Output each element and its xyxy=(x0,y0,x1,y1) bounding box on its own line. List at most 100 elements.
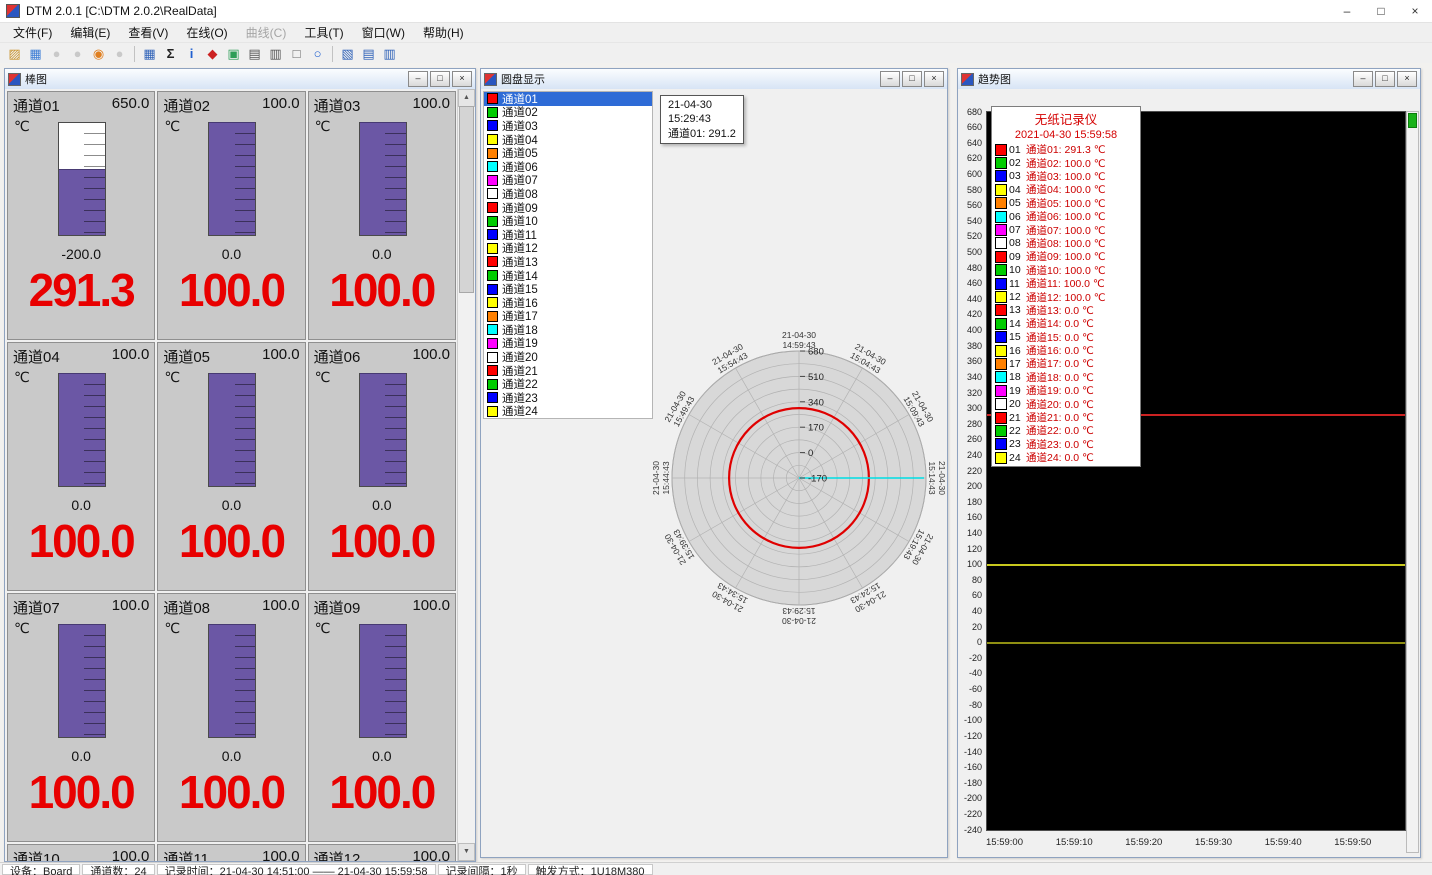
channel-color-swatch xyxy=(487,256,498,267)
menu-item-2[interactable]: 查看(V) xyxy=(119,23,177,42)
menu-item-4[interactable]: 曲线(C) xyxy=(237,23,296,42)
trend-window-title: 趋势图 xyxy=(978,71,1351,87)
close-button[interactable]: × xyxy=(924,71,944,87)
legend-color-swatch xyxy=(995,224,1007,236)
print-icon[interactable]: ▤ xyxy=(245,45,264,63)
legend-channel-number: 13 xyxy=(1009,304,1023,316)
y-tick-label: 660 xyxy=(967,122,982,132)
legend-color-swatch xyxy=(995,251,1007,263)
channel-max: 100.0 xyxy=(262,848,300,861)
y-tick-label: 440 xyxy=(967,294,982,304)
close-button[interactable]: × xyxy=(1397,71,1417,87)
menu-item-5[interactable]: 工具(T) xyxy=(295,23,352,42)
scroll-indicator[interactable] xyxy=(1408,113,1417,128)
minimize-button[interactable]: – xyxy=(1353,71,1373,87)
legend-channel-number: 16 xyxy=(1009,345,1023,357)
bargraph-body: 通道01 650.0 ℃ -200.0 291.3 通道02 100.0 ℃ 0… xyxy=(5,89,475,861)
legend-row: 07 通道07: 100.0 ℃ xyxy=(992,223,1140,236)
channel-color-swatch xyxy=(487,229,498,240)
restore-button[interactable]: □ xyxy=(1375,71,1395,87)
channel-color-swatch xyxy=(487,93,498,104)
disc-window-titlebar[interactable]: 圆盘显示 – □ × xyxy=(481,69,947,90)
window-icon xyxy=(484,73,497,86)
channel-unit: ℃ xyxy=(315,620,331,637)
channel-name: 通道12 xyxy=(314,848,361,861)
menu-item-1[interactable]: 编辑(E) xyxy=(61,23,119,42)
status-bar: 设备：Board通道数：24记录时间：21-04-30 14:51:00 —— … xyxy=(0,862,1432,875)
channel-min: 0.0 xyxy=(309,497,455,513)
window-icon xyxy=(961,73,974,86)
bargraph-window-titlebar[interactable]: 棒图 – □ × xyxy=(5,69,475,90)
legend-channel-number: 14 xyxy=(1009,318,1023,330)
copy-icon[interactable]: □ xyxy=(287,45,306,63)
print-preview-icon[interactable]: ▥ xyxy=(266,45,285,63)
trend-scroll-strip[interactable] xyxy=(1406,111,1419,853)
legend-color-swatch xyxy=(995,452,1007,464)
scrollbar-thumb[interactable] xyxy=(459,106,474,293)
menu-item-3[interactable]: 在线(O) xyxy=(177,23,236,42)
legend-row: 09 通道09: 100.0 ℃ xyxy=(992,250,1140,263)
svg-text:21-04-30: 21-04-30 xyxy=(651,461,661,495)
legend-channel-number: 03 xyxy=(1009,170,1023,182)
y-tick-label: 80 xyxy=(972,575,982,585)
scroll-up-icon[interactable]: ▲ xyxy=(458,89,475,107)
forward-icon[interactable]: ● xyxy=(68,45,87,63)
menu-item-7[interactable]: 帮助(H) xyxy=(414,23,473,42)
minimize-button[interactable]: – xyxy=(1330,1,1364,22)
channel-name: 通道08 xyxy=(163,597,210,618)
channel-color-swatch xyxy=(487,243,498,254)
restore-button[interactable]: □ xyxy=(902,71,922,87)
legend-rows: 01 通道01: 291.3 ℃ 02 通道02: 100.0 ℃ 03 通道0… xyxy=(992,143,1140,464)
alarm-icon[interactable]: ◆ xyxy=(203,45,222,63)
legend-row: 11 通道11: 100.0 ℃ xyxy=(992,277,1140,290)
tile-vertical-icon[interactable]: ▥ xyxy=(380,45,399,63)
y-tick-label: -20 xyxy=(969,653,982,663)
zoom-icon[interactable]: ○ xyxy=(308,45,327,63)
channel-color-swatch xyxy=(487,148,498,159)
statistics-sigma-icon[interactable]: Σ xyxy=(161,45,180,63)
channel-unit: ℃ xyxy=(164,118,180,135)
channel-unit: ℃ xyxy=(315,369,331,386)
close-button[interactable]: × xyxy=(452,71,472,87)
bar-cell: 通道02 100.0 ℃ 0.0 100.0 xyxy=(157,91,305,340)
legend-color-swatch xyxy=(995,345,1007,357)
info-icon[interactable]: i xyxy=(182,45,201,63)
bar-cell: 通道07 100.0 ℃ 0.0 100.0 xyxy=(7,593,155,842)
gauge-ticks xyxy=(235,625,256,737)
export-data-icon[interactable]: ▦ xyxy=(26,45,45,63)
trend-line xyxy=(987,642,1405,644)
tooltip-date: 21-04-30 xyxy=(668,98,736,112)
cascade-windows-icon[interactable]: ▧ xyxy=(338,45,357,63)
close-button[interactable]: × xyxy=(1398,1,1432,22)
bar-gauge xyxy=(208,373,256,487)
channel-value: 291.3 xyxy=(8,267,154,313)
menu-item-0[interactable]: 文件(F) xyxy=(4,23,61,42)
scroll-down-icon[interactable]: ▼ xyxy=(458,843,475,861)
legend-channel-number: 20 xyxy=(1009,398,1023,410)
minimize-button[interactable]: – xyxy=(408,71,428,87)
record-icon[interactable]: ◉ xyxy=(89,45,108,63)
save-image-icon[interactable]: ▣ xyxy=(224,45,243,63)
vertical-scrollbar[interactable]: ▲ ▼ xyxy=(457,89,475,861)
y-tick-label: -60 xyxy=(969,684,982,694)
legend-color-swatch xyxy=(995,318,1007,330)
legend-row: 13 通道13: 0.0 ℃ xyxy=(992,304,1140,317)
open-file-icon[interactable]: ▨ xyxy=(5,45,24,63)
y-axis-labels: 6806606406206005805605405205004804604404… xyxy=(958,111,985,831)
restore-button[interactable]: □ xyxy=(430,71,450,87)
legend-color-swatch xyxy=(995,304,1007,316)
legend-color-swatch xyxy=(995,157,1007,169)
channel-max: 100.0 xyxy=(262,597,300,618)
restore-button[interactable]: □ xyxy=(1364,1,1398,22)
menu-item-6[interactable]: 窗口(W) xyxy=(353,23,414,42)
data-table-icon[interactable]: ▦ xyxy=(140,45,159,63)
back-icon[interactable]: ● xyxy=(47,45,66,63)
status-segment: 通道数：24 xyxy=(82,864,154,875)
channel-min: 0.0 xyxy=(309,748,455,764)
channel-value: 100.0 xyxy=(158,518,304,564)
x-tick-label: 15:59:10 xyxy=(1056,837,1093,848)
tile-horizontal-icon[interactable]: ▤ xyxy=(359,45,378,63)
minimize-button[interactable]: – xyxy=(880,71,900,87)
stop-icon[interactable]: ● xyxy=(110,45,129,63)
trend-window-titlebar[interactable]: 趋势图 – □ × xyxy=(958,69,1420,90)
